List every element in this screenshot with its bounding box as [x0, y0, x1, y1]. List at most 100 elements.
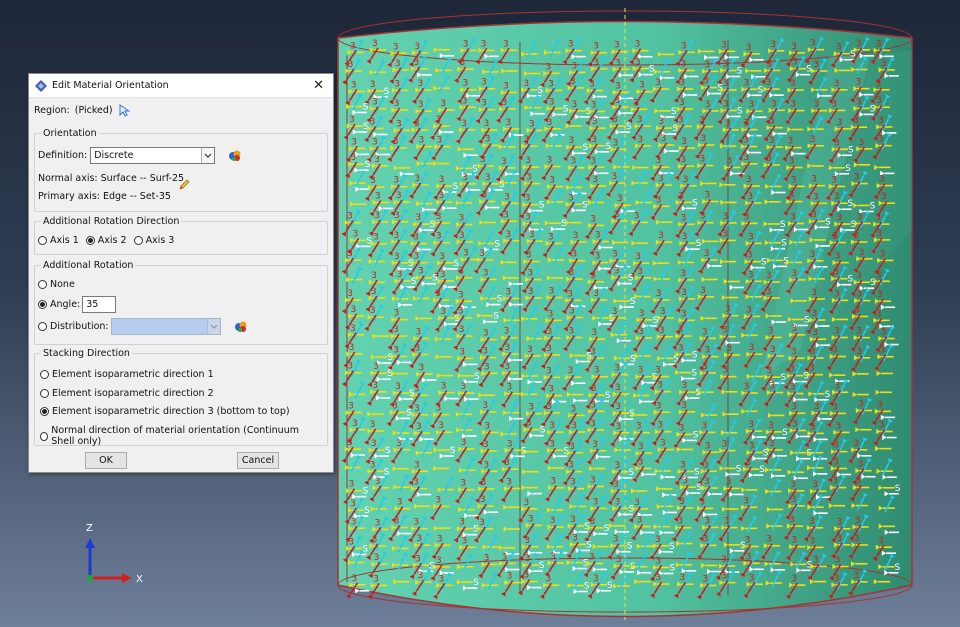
axis-3-marker: 3 [436, 556, 442, 566]
axis-3-marker: 3 [590, 347, 596, 357]
axis-3-marker: 3 [590, 517, 596, 527]
normal-axis-text: Normal axis: Surface -- Surf-25 [38, 173, 185, 184]
axis-3-marker: 3 [505, 118, 511, 128]
additional-rotation-group: Additional Rotation None Angle: 35 Distr… [34, 260, 328, 345]
close-icon[interactable]: ✕ [310, 78, 327, 93]
axis-3-marker: 3 [723, 99, 729, 109]
axis-3-marker: 3 [440, 99, 446, 109]
axis-3-marker: 3 [523, 79, 529, 89]
axis-3-marker: 3 [549, 287, 555, 297]
axis-3-marker: 3 [417, 79, 423, 89]
axis-3-marker: 3 [370, 460, 376, 470]
stack-marker: S [848, 199, 854, 209]
pick-arrow-icon[interactable] [119, 104, 130, 117]
ok-button[interactable]: OK [85, 452, 127, 469]
color-palette-icon[interactable] [228, 150, 242, 162]
region-row: Region: (Picked) [34, 104, 130, 117]
definition-select[interactable]: Discrete [90, 147, 216, 164]
axis-3-marker: 3 [502, 553, 508, 563]
axis-3-marker: 3 [658, 231, 664, 241]
axis-3-marker: 3 [460, 382, 466, 392]
axis-3-marker: 3 [593, 289, 599, 299]
chevron-down-icon[interactable] [201, 148, 215, 163]
axis-3-marker: 3 [853, 571, 859, 581]
axis-1-radio[interactable]: Axis 1 [38, 235, 79, 246]
rotation-none-radio[interactable]: None [38, 279, 75, 290]
axis-3-marker: 3 [348, 60, 354, 70]
stack-marker: S [758, 85, 764, 95]
axis-3-marker: 3 [705, 441, 711, 451]
axis-3-marker: 3 [722, 229, 728, 239]
stack-marker: S [627, 542, 633, 552]
axis-3-marker: 3 [479, 518, 485, 528]
axis-3-marker: 3 [394, 517, 400, 527]
stack-marker: S [363, 103, 369, 113]
axis-3-marker: 3 [770, 40, 776, 50]
axis-3-marker: 3 [458, 307, 464, 317]
dialog-titlebar[interactable]: Edit Material Orientation ✕ [29, 74, 333, 98]
axis-3-marker: 3 [856, 97, 862, 107]
stack-marker: S [497, 295, 503, 305]
rotation-angle-radio[interactable]: Angle: [38, 299, 80, 310]
stack-normal-direction-radio[interactable]: Normal direction of material orientation… [40, 425, 320, 447]
stack-marker: S [626, 122, 632, 132]
axis-3-marker: 3 [595, 252, 601, 262]
stack-marker: S [406, 408, 412, 418]
axis-3-marker: 3 [504, 458, 510, 468]
rotation-distribution-radio[interactable]: Distribution: [38, 321, 109, 332]
axis-3-marker: 3 [479, 249, 485, 259]
axis-3-marker: 3 [414, 344, 420, 354]
stack-iso-dir-1-radio[interactable]: Element isoparametric direction 1 [40, 369, 214, 380]
axis-3-marker: 3 [660, 439, 666, 449]
axis-3-marker: 3 [636, 422, 642, 432]
axis-3-marker: 3 [480, 478, 486, 488]
axis-3-marker: 3 [593, 42, 599, 52]
axis-3-marker: 3 [484, 119, 490, 129]
stack-marker: S [759, 465, 765, 475]
axis-3-marker: 3 [744, 78, 750, 88]
axis-3-marker: 3 [414, 119, 420, 129]
axis-3-marker: 3 [699, 497, 705, 507]
axis-3-marker: 3 [523, 571, 529, 581]
axis-3-marker: 3 [351, 574, 357, 584]
axis-3-marker: 3 [593, 497, 599, 507]
axis-3-marker: 3 [791, 42, 797, 52]
axis-3-radio[interactable]: Axis 3 [133, 235, 174, 246]
axis-3-marker: 3 [766, 366, 772, 376]
axis-3-marker: 3 [878, 116, 884, 126]
axis-3-marker: 3 [483, 460, 489, 470]
angle-input[interactable]: 35 [82, 296, 117, 313]
stack-marker: S [494, 239, 500, 249]
color-palette-icon[interactable] [234, 321, 248, 333]
orientation-legend: Orientation [41, 128, 99, 139]
axis-3-marker: 3 [440, 270, 446, 280]
axis-3-marker: 3 [505, 288, 511, 298]
axis-3-marker: 3 [613, 480, 619, 490]
coordinate-triad: Z X [85, 523, 143, 585]
axis-3-marker: 3 [704, 346, 710, 356]
axis-3-marker: 3 [832, 232, 838, 242]
axis-3-marker: 3 [679, 78, 685, 88]
axis-3-marker: 3 [792, 419, 798, 429]
axis-3-marker: 3 [678, 115, 684, 125]
axis-3-marker: 3 [484, 362, 490, 372]
stack-iso-dir-3-radio[interactable]: Element isoparametric direction 3 (botto… [40, 406, 290, 417]
axis-3-marker: 3 [550, 552, 556, 562]
axis-3-marker: 3 [615, 96, 621, 106]
axis-3-marker: 3 [876, 270, 882, 280]
axis-3-marker: 3 [482, 401, 488, 411]
stack-iso-dir-2-radio[interactable]: Element isoparametric direction 2 [40, 388, 214, 399]
axis-3-marker: 3 [722, 572, 728, 582]
triad-z-label: Z [86, 523, 93, 534]
axis-3-marker: 3 [678, 343, 684, 353]
axis-3-marker: 3 [568, 268, 574, 278]
edit-pencil-icon[interactable] [178, 179, 190, 191]
axis-3-marker: 3 [569, 306, 575, 316]
axis-2-radio[interactable]: Axis 2 [85, 235, 127, 246]
axis-3-marker: 3 [462, 536, 468, 546]
cancel-button[interactable]: Cancel [237, 452, 279, 469]
axis-3-marker: 3 [350, 499, 356, 509]
axis-3-marker: 3 [790, 383, 796, 393]
axis-3-marker: 3 [413, 233, 419, 243]
axis-3-marker: 3 [373, 362, 379, 372]
